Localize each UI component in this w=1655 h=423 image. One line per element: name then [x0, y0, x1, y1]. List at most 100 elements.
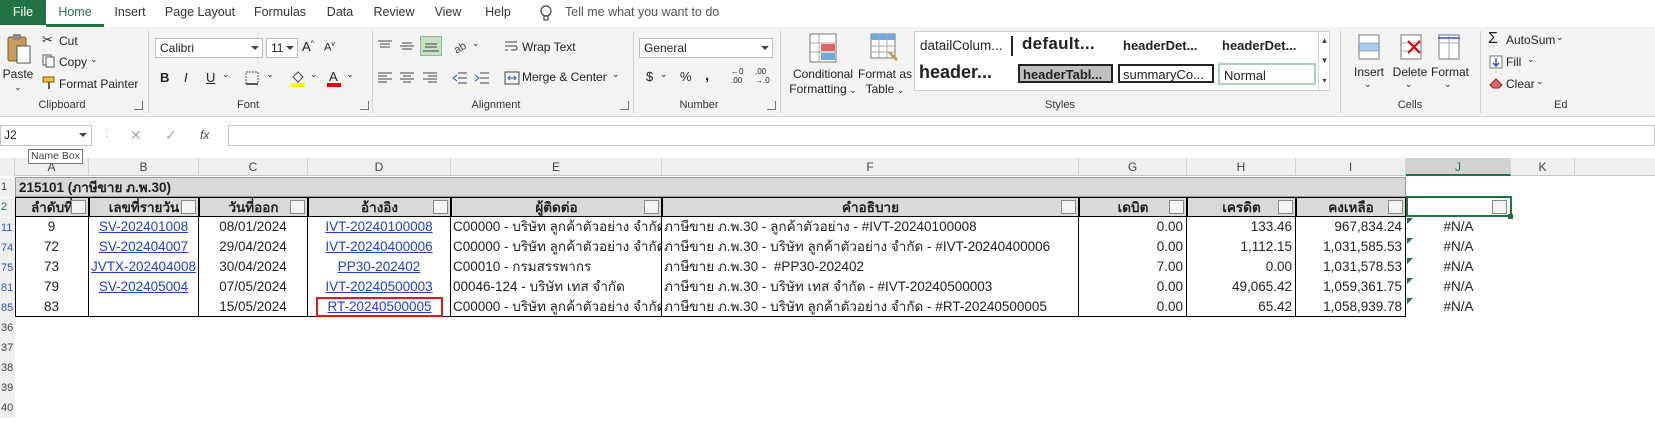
font-color-icon[interactable]: A — [326, 69, 342, 87]
error-indicator-icon[interactable] — [1407, 258, 1413, 264]
clear-dropdown-icon[interactable]: ⌄ — [1536, 76, 1544, 87]
autosum-dropdown-icon[interactable]: ⌄ — [1556, 32, 1564, 43]
cell-contact[interactable]: 00046-124 - บริษัท เทส จำกัด — [451, 277, 661, 297]
align-center-icon[interactable] — [399, 71, 415, 85]
cell-date[interactable]: 15/05/2024 — [199, 297, 307, 317]
cell-description[interactable]: ภาษีขาย ภ.พ.30 - #PP30-202402 — [662, 257, 1078, 277]
column-header[interactable]: B — [89, 158, 199, 176]
font-size-select[interactable]: 11 — [266, 38, 298, 58]
column-header[interactable]: F — [662, 158, 1079, 176]
style-header-detail-2[interactable]: headerDet... — [1219, 35, 1315, 57]
column-header[interactable]: I — [1296, 158, 1406, 176]
cell-no[interactable]: 73 — [15, 257, 88, 277]
cell-no[interactable]: 9 — [15, 217, 88, 237]
cell-balance[interactable]: 1,058,939.78 — [1296, 297, 1405, 317]
cell-date[interactable]: 29/04/2024 — [199, 237, 307, 257]
style-normal[interactable]: Normal — [1218, 63, 1316, 85]
header-contact[interactable]: ผู้ติดต่อ — [451, 197, 662, 217]
copy-dropdown-icon[interactable]: ⌄ — [90, 54, 98, 65]
align-middle-icon[interactable] — [399, 39, 415, 53]
row-header[interactable]: 36 — [0, 318, 15, 338]
underline-dropdown-icon[interactable]: ⌄ — [222, 69, 230, 80]
tab-home[interactable]: Home — [46, 0, 104, 27]
cell-contact[interactable]: C00000 - บริษัท ลูกค้าตัวอย่าง จำกัด — [451, 237, 661, 257]
style-header-detail-1[interactable]: headerDet... — [1120, 35, 1216, 57]
cell-j1[interactable] — [1406, 177, 1511, 197]
gallery-up-icon[interactable]: ▲ — [1319, 31, 1330, 51]
insert-button[interactable]: Insert — [1346, 65, 1392, 80]
tab-review[interactable]: Review — [368, 0, 420, 25]
tab-insert[interactable]: Insert — [104, 0, 156, 25]
filter-active-icon[interactable] — [433, 200, 448, 214]
currency-icon[interactable]: $ — [646, 69, 653, 84]
row-header[interactable]: 11 — [0, 218, 15, 238]
cell-journal-link[interactable]: SV-202405004 — [89, 277, 198, 297]
filter-active-icon[interactable] — [1492, 200, 1507, 214]
cell-credit[interactable]: 133.46 — [1187, 217, 1295, 237]
align-left-icon[interactable] — [377, 71, 393, 85]
insert-dropdown-icon[interactable]: ⌄ — [1364, 79, 1372, 90]
merge-center-button[interactable]: Merge & Center — [522, 70, 607, 84]
insert-function-button[interactable]: fx — [200, 128, 209, 142]
cell-date[interactable]: 07/05/2024 — [199, 277, 307, 297]
column-header[interactable]: E — [451, 158, 662, 176]
row-header[interactable]: 40 — [0, 398, 15, 418]
cell-debit[interactable]: 7.00 — [1079, 257, 1186, 277]
cell-j-error[interactable]: #N/A — [1406, 277, 1511, 297]
italic-button[interactable]: I — [184, 70, 188, 85]
cell-reference-link[interactable]: IVT-20240400006 — [308, 237, 450, 257]
conditional-formatting-button[interactable]: Conditional Formatting ⌄ — [788, 67, 858, 98]
align-right-icon[interactable] — [422, 71, 438, 85]
resize-grip-icon[interactable]: ⋮ — [102, 128, 112, 139]
filter-dropdown-icon[interactable] — [1278, 200, 1293, 214]
cell-reference-link-highlighted[interactable]: RT-20240500005 — [316, 297, 443, 317]
align-top-icon[interactable] — [377, 39, 393, 53]
cell-reference-link[interactable]: IVT-20240500003 — [308, 277, 450, 297]
format-button[interactable]: Format — [1426, 65, 1474, 80]
autosum-button[interactable]: AutoSum — [1506, 33, 1555, 47]
cell-contact[interactable]: C00010 - กรมสรรพากร — [451, 257, 661, 277]
gallery-scroll[interactable]: ▲ ▼ ▾ — [1318, 31, 1330, 91]
row-header[interactable]: 81 — [0, 278, 15, 298]
cell-journal-link[interactable]: SV-202401008 — [89, 217, 198, 237]
error-indicator-icon[interactable] — [1407, 238, 1413, 244]
cancel-icon[interactable]: ✕ — [130, 127, 142, 144]
cell-j-error[interactable]: #N/A — [1406, 257, 1511, 277]
cell-contact[interactable]: C00000 - บริษัท ลูกค้าตัวอย่าง จำกัด — [451, 297, 661, 317]
filter-dropdown-icon[interactable] — [1061, 200, 1076, 214]
bold-button[interactable]: B — [160, 70, 169, 85]
enter-check-icon[interactable]: ✓ — [165, 127, 177, 144]
cell-description[interactable]: ภาษีขาย ภ.พ.30 - บริษัท ลูกค้าตัวอย่าง จ… — [662, 297, 1078, 317]
cell-debit[interactable]: 0.00 — [1079, 237, 1186, 257]
cell-balance[interactable]: 1,059,361.75 — [1296, 277, 1405, 297]
fill-color-icon[interactable] — [290, 69, 306, 87]
orientation-icon[interactable]: ab — [452, 38, 470, 54]
paste-button[interactable]: Paste — [0, 67, 36, 82]
tab-formulas[interactable]: Formulas — [248, 0, 312, 25]
column-header[interactable]: D — [308, 158, 451, 176]
cell-journal-link[interactable] — [89, 297, 198, 317]
sheet-title-cell[interactable]: 215101 (ภาษีขาย ภ.พ.30) — [15, 177, 1406, 197]
cell-no[interactable]: 79 — [15, 277, 88, 297]
cell-credit[interactable]: 49,065.42 — [1187, 277, 1295, 297]
cell-journal-link[interactable]: JVTX-202404008 — [89, 257, 198, 277]
cell-j-error[interactable]: #N/A — [1406, 237, 1511, 257]
currency-dropdown-icon[interactable]: ⌄ — [660, 69, 668, 80]
column-header[interactable]: K — [1511, 158, 1575, 176]
comma-style-icon[interactable]: , — [705, 67, 709, 84]
cell-j-error[interactable]: #N/A — [1406, 297, 1511, 317]
orientation-dropdown-icon[interactable]: ⌄ — [472, 38, 480, 49]
number-format-select[interactable]: General — [639, 38, 773, 58]
clipboard-dialog-launcher-icon[interactable] — [134, 101, 143, 110]
clear-button[interactable]: Clear — [1506, 77, 1535, 91]
error-indicator-icon[interactable] — [1407, 278, 1413, 284]
cell-balance[interactable]: 1,031,578.53 — [1296, 257, 1405, 277]
tab-page-layout[interactable]: Page Layout — [160, 0, 240, 25]
cell-j-error[interactable]: #N/A — [1406, 217, 1511, 237]
style-summary-column[interactable]: summaryCo... — [1118, 64, 1214, 83]
tab-view[interactable]: View — [426, 0, 470, 25]
font-dialog-launcher-icon[interactable] — [360, 101, 369, 110]
cell-credit[interactable]: 1,112.15 — [1187, 237, 1295, 257]
row-header[interactable]: 85 — [0, 298, 15, 318]
row-header[interactable]: 1 — [0, 178, 15, 197]
